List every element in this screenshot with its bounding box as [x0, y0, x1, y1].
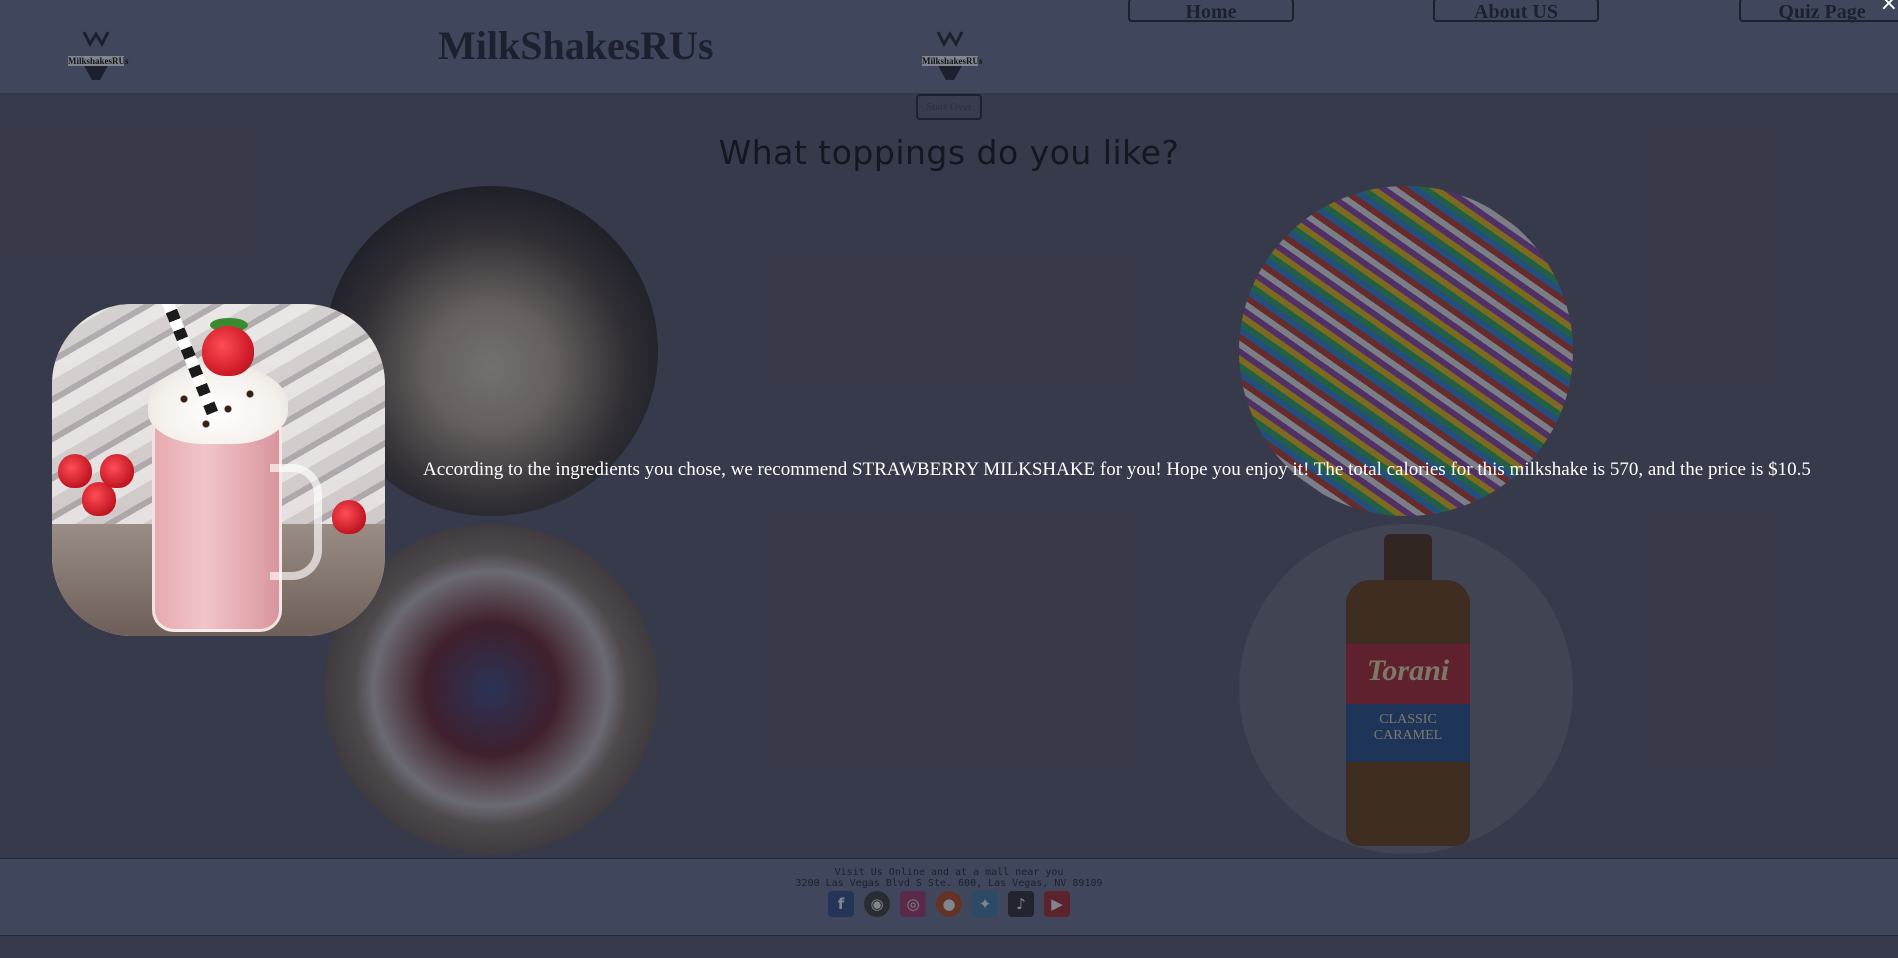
logo-text: MilkshakesRUs [68, 56, 129, 66]
twitter-icon[interactable]: ✦ [972, 891, 998, 917]
site-title: MilkShakesRUs [438, 23, 714, 68]
milkshake-logo-icon [82, 31, 110, 80]
nav-home-button[interactable]: Home [1128, 0, 1294, 23]
strawberry-milkshake-image [52, 304, 385, 636]
footer-tagline: Visit Us Online and at a mall near you [834, 867, 1064, 878]
start-over-button[interactable]: Start Over [916, 94, 982, 120]
recommendation-message: According to the ingredients you chose, … [423, 459, 1811, 480]
logo-text: MilkshakesRUs [922, 56, 983, 66]
close-icon[interactable]: × [1880, 0, 1898, 15]
nav-quiz-button[interactable]: Quiz Page [1739, 0, 1898, 23]
site-header: MilkshakesRUs MilkShakesRUs MilkshakesRU… [0, 0, 1898, 94]
instagram-icon[interactable]: ◎ [900, 891, 926, 917]
milkshake-logo-icon [936, 31, 964, 80]
logo-center[interactable]: MilkshakesRUs [920, 26, 983, 84]
site-footer: Visit Us Online and at a mall near you 3… [0, 858, 1898, 936]
bottle-flavor: CLASSIC CARAMEL [1373, 712, 1443, 743]
reddit-icon[interactable]: ● [936, 891, 962, 917]
social-links: f ◉ ◎ ● ✦ ♪ ▶ [828, 891, 1070, 917]
github-icon[interactable]: ◉ [864, 891, 890, 917]
logo-left[interactable]: MilkshakesRUs [66, 26, 129, 84]
quiz-question: What toppings do you like? [718, 133, 1180, 172]
youtube-icon[interactable]: ▶ [1044, 891, 1070, 917]
bottle-brand: Torani [1366, 654, 1450, 687]
footer-address: 3200 Las Vegas Blvd S Ste. 600, Las Vega… [795, 878, 1103, 889]
topping-caramel-syrup[interactable]: Torani CLASSIC CARAMEL [1239, 524, 1573, 854]
tiktok-icon[interactable]: ♪ [1008, 891, 1034, 917]
nav-about-button[interactable]: About US [1433, 0, 1599, 23]
caramel-bottle-image: Torani CLASSIC CARAMEL [1346, 534, 1470, 846]
facebook-icon[interactable]: f [828, 891, 854, 917]
